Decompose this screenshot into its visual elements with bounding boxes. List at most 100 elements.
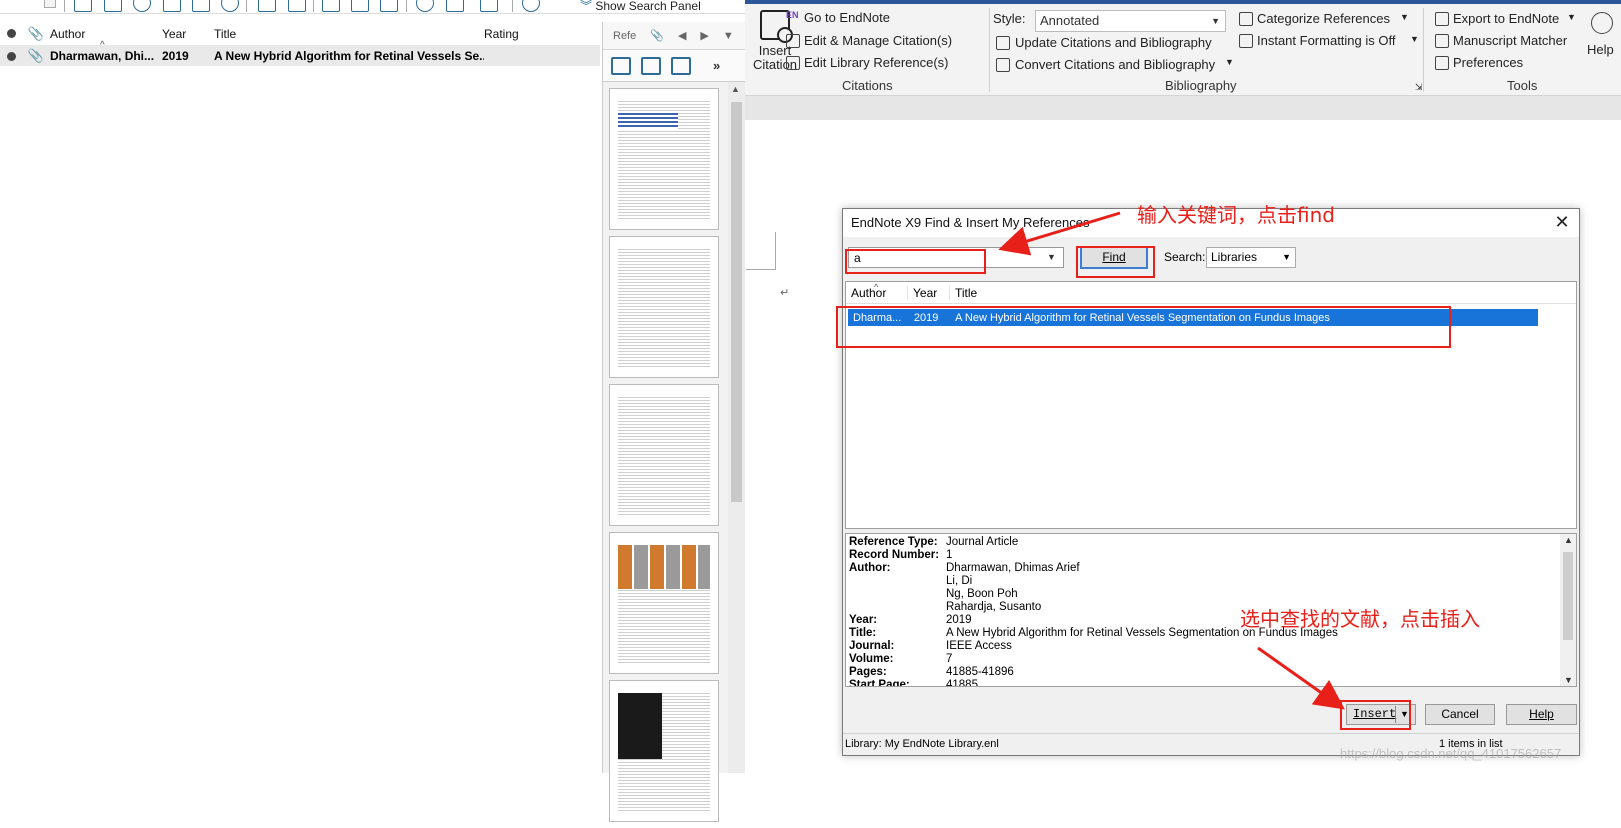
search-scope-label: Search:	[1164, 250, 1206, 264]
more-tools-icon[interactable]: »	[713, 58, 720, 73]
format-bibliography-icon[interactable]	[351, 0, 369, 12]
row-year: 2019	[162, 49, 189, 63]
detail-label	[846, 601, 946, 614]
import-icon[interactable]	[163, 0, 181, 12]
detail-row: Volume: 7	[846, 653, 1576, 666]
attachment-tab-icon[interactable]: 📎	[650, 29, 664, 42]
results-title-header[interactable]: Title	[950, 286, 1550, 300]
edit-citation-icon	[786, 34, 800, 48]
close-icon[interactable]: ✕	[1551, 211, 1573, 233]
bibliography-group-label: Bibliography	[1165, 78, 1237, 93]
copy-icon[interactable]	[74, 0, 92, 12]
update-citations-button[interactable]: Update Citations and Bibliography	[1015, 35, 1212, 50]
print-icon[interactable]	[671, 56, 691, 75]
preferences-button[interactable]: Preferences	[1453, 55, 1523, 70]
attachment-icon: 📎	[27, 48, 45, 63]
cancel-button[interactable]: Cancel	[1425, 704, 1495, 725]
details-scrollbar[interactable]: ▲ ▼	[1560, 534, 1576, 686]
open-file-icon[interactable]	[288, 0, 306, 12]
export-dropdown-icon[interactable]: ▼	[1567, 12, 1576, 22]
prev-arrow-icon[interactable]: ◀	[678, 29, 686, 42]
author-header[interactable]: Author	[50, 27, 162, 41]
edit-manage-citations-button[interactable]: Edit & Manage Citation(s)	[804, 33, 952, 48]
detail-value: 41885-41896	[946, 666, 1014, 678]
scroll-up-icon[interactable]: ▲	[1564, 535, 1573, 545]
find-annotation: 输入关键词，点击find	[1137, 203, 1335, 227]
row-title: A New Hybrid Algorithm for Retinal Vesse…	[214, 49, 484, 63]
pdf-panel-tabs: Refe 📎 ◀ ▶ ▼	[603, 22, 745, 50]
help-button[interactable]: Help	[1506, 704, 1577, 725]
scroll-up-icon[interactable]: ▲	[731, 84, 740, 94]
scroll-down-icon[interactable]: ▼	[1564, 675, 1573, 685]
help-icon[interactable]	[522, 0, 540, 12]
sync-icon[interactable]	[416, 0, 434, 12]
year-header[interactable]: Year	[162, 27, 214, 41]
search-scope-value: Libraries	[1211, 250, 1258, 264]
edit-library-reference-button[interactable]: Edit Library Reference(s)	[804, 55, 949, 70]
pdf-page-thumbnail[interactable]	[609, 88, 719, 230]
attachment-header-icon[interactable]: 📎	[22, 26, 50, 42]
reference-tab[interactable]: Refe	[613, 30, 636, 42]
export-endnote-icon	[1435, 12, 1449, 26]
categorize-references-button[interactable]: Categorize References	[1257, 11, 1390, 26]
style-select[interactable]: Annotated ▼	[1035, 10, 1226, 32]
pdf-page-thumbnail[interactable]	[609, 532, 719, 674]
share-dropdown-icon[interactable]	[480, 0, 498, 12]
pdf-page-thumbnail[interactable]	[609, 236, 719, 378]
toolbar-separator	[246, 0, 247, 12]
pdf-page-thumbnail[interactable]	[609, 680, 719, 822]
convert-citations-icon	[996, 58, 1010, 72]
pdf-page-thumbnail[interactable]	[609, 384, 719, 526]
title-header[interactable]: Title	[214, 27, 484, 41]
row-author: Dharmawan, Dhi...	[50, 49, 155, 63]
detail-label: Journal:	[849, 640, 895, 652]
show-search-panel-button[interactable]: ︾ Show Search Panel	[580, 0, 701, 13]
detail-row: Journal: IEEE Access	[846, 640, 1576, 653]
read-status-dot[interactable]	[0, 51, 22, 61]
formatting-dropdown-icon[interactable]: ▼	[1410, 34, 1419, 44]
search-scope-select[interactable]: Libraries ▼	[1206, 247, 1296, 268]
share-icon[interactable]	[446, 0, 464, 12]
group-separator	[989, 8, 990, 92]
convert-dropdown-icon[interactable]: ▼	[1225, 57, 1234, 67]
chevron-down-icon: ▼	[1282, 252, 1291, 262]
results-year-header[interactable]: Year	[908, 285, 950, 300]
insert-citation-icon[interactable]	[322, 0, 340, 12]
insert-annotation: 选中查找的文献，点击插入	[1240, 607, 1480, 631]
detail-label: Author:	[849, 562, 891, 574]
chevron-down-icon[interactable]: ▼	[1047, 252, 1056, 262]
detail-label	[846, 588, 946, 601]
open-external-icon[interactable]	[611, 56, 631, 75]
pdf-scrollbar[interactable]: ▲	[728, 82, 745, 773]
toolbar-separator	[64, 0, 65, 12]
manuscript-matcher-button[interactable]: Manuscript Matcher	[1453, 33, 1567, 48]
preferences-icon	[1435, 56, 1449, 70]
rating-header[interactable]: Rating	[484, 27, 584, 41]
find-fulltext-icon[interactable]	[221, 0, 239, 12]
online-search-icon[interactable]	[133, 0, 151, 12]
table-row[interactable]: 📎 Dharmawan, Dhi... 2019 A New Hybrid Al…	[0, 46, 600, 66]
new-reference-icon[interactable]	[104, 0, 122, 12]
export-to-endnote-button[interactable]: Export to EndNote	[1453, 11, 1559, 26]
result-row-highlight	[836, 306, 1451, 348]
group-dropdown[interactable]	[44, 0, 56, 8]
detail-value: Journal Article	[946, 536, 1019, 548]
open-link-icon[interactable]	[258, 0, 276, 12]
next-arrow-icon[interactable]: ▶	[700, 29, 708, 42]
convert-citations-button[interactable]: Convert Citations and Bibliography	[1015, 57, 1215, 72]
categorize-dropdown-icon[interactable]: ▼	[1400, 12, 1409, 22]
save-icon[interactable]	[641, 56, 661, 75]
paragraph-mark-icon: ↵	[780, 287, 790, 299]
word-icon[interactable]	[380, 0, 398, 12]
export-icon[interactable]	[192, 0, 210, 12]
panel-menu-icon[interactable]: ▼	[723, 30, 734, 42]
ribbon-help-button[interactable]: Help	[1587, 42, 1614, 57]
insert-button-highlight	[1340, 700, 1411, 730]
endnote-ribbon: Insert Citation EN Go to EndNote Edit & …	[745, 4, 1621, 96]
help-icon	[1591, 12, 1613, 34]
go-to-endnote-button[interactable]: Go to EndNote	[804, 10, 890, 25]
instant-formatting-button[interactable]: Instant Formatting is Off	[1257, 33, 1395, 48]
update-citations-icon	[996, 36, 1010, 50]
read-status-header[interactable]	[0, 29, 22, 38]
dialog-launcher-icon[interactable]: ⇲	[1415, 82, 1423, 93]
